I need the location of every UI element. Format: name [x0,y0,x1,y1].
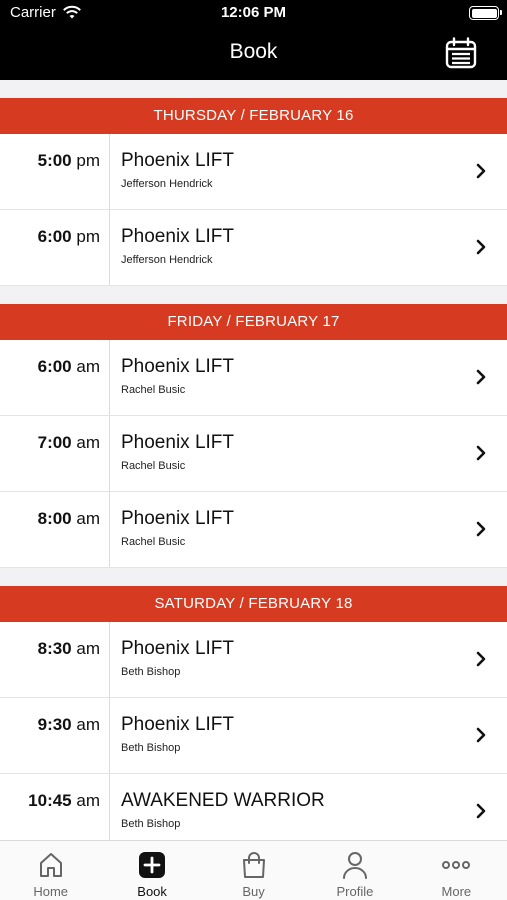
battery-icon [469,6,502,20]
chevron-right-icon [476,369,486,385]
home-icon [39,853,62,877]
instructor-name: Beth Bishop [121,818,181,830]
row-divider [109,622,110,697]
class-row[interactable]: 6:00 pm Phoenix LIFT Jefferson Hendrick [0,210,507,286]
chevron-right-icon [476,727,486,743]
tab-label: More [441,884,472,899]
class-name: Phoenix LIFT [121,432,234,453]
instructor-name: Jefferson Hendrick [121,178,213,190]
class-time: 6:00 pm [37,227,100,246]
tab-home[interactable]: Home [0,841,101,900]
instructor-name: Beth Bishop [121,666,181,678]
tab-book[interactable]: Book [101,841,202,900]
tab-buy[interactable]: Buy [203,841,304,900]
class-name: Phoenix LIFT [121,508,234,529]
class-name: Phoenix LIFT [121,226,234,247]
clock: 12:06 PM [220,4,287,21]
page-title: Book [229,40,278,63]
class-row[interactable]: 9:30 am Phoenix LIFT Beth Bishop [0,698,507,774]
chevron-right-icon [476,803,486,819]
row-divider [109,774,110,840]
class-time: 7:00 am [37,433,100,452]
person-icon [342,852,367,879]
class-time: 6:00 am [37,357,100,376]
tab-label: Buy [242,884,265,899]
row-divider [109,210,110,285]
class-name: Phoenix LIFT [121,356,234,377]
tab-bar: Home Book Buy Profile More [0,840,507,900]
status-bar: Carrier 12:06 PM [0,0,507,26]
tab-label: Book [137,884,167,899]
class-time: 10:45 am [28,791,100,810]
day-header: SATURDAY / FEBRUARY 18 [0,586,507,622]
class-row[interactable]: 10:45 am AWAKENED WARRIOR Beth Bishop [0,774,507,840]
day-section-thursday: THURSDAY / FEBRUARY 16 5:00 pm Phoenix L… [0,98,507,286]
class-time: 8:00 am [37,509,100,528]
more-dots-icon [442,861,471,869]
class-name: AWAKENED WARRIOR [121,790,325,811]
day-header: THURSDAY / FEBRUARY 16 [0,98,507,134]
shopping-bag-icon [242,852,265,878]
instructor-name: Rachel Busic [121,384,186,396]
class-row[interactable]: 7:00 am Phoenix LIFT Rachel Busic [0,416,507,492]
row-divider [109,416,110,491]
add-square-icon [139,852,166,878]
class-name: Phoenix LIFT [121,150,234,171]
class-time: 9:30 am [37,715,100,734]
row-divider [109,698,110,773]
instructor-name: Rachel Busic [121,460,186,472]
tab-more[interactable]: More [406,841,507,900]
class-row[interactable]: 5:00 pm Phoenix LIFT Jefferson Hendrick [0,134,507,210]
class-schedule-list[interactable]: THURSDAY / FEBRUARY 16 5:00 pm Phoenix L… [0,80,507,840]
class-name: Phoenix LIFT [121,638,234,659]
row-divider [109,134,110,209]
row-divider [109,492,110,567]
instructor-name: Rachel Busic [121,536,186,548]
chevron-right-icon [476,521,486,537]
class-time: 8:30 am [37,639,100,658]
tab-label: Home [33,884,69,899]
day-section-saturday: SATURDAY / FEBRUARY 18 8:30 am Phoenix L… [0,586,507,840]
navigation-bar: Book [0,26,507,80]
chevron-right-icon [476,445,486,461]
class-row[interactable]: 6:00 am Phoenix LIFT Rachel Busic [0,340,507,416]
class-row[interactable]: 8:30 am Phoenix LIFT Beth Bishop [0,622,507,698]
class-name: Phoenix LIFT [121,714,234,735]
tab-profile[interactable]: Profile [304,841,405,900]
chevron-right-icon [476,651,486,667]
day-section-friday: FRIDAY / FEBRUARY 17 6:00 am Phoenix LIF… [0,304,507,568]
class-row[interactable]: 8:00 am Phoenix LIFT Rachel Busic [0,492,507,568]
day-header: FRIDAY / FEBRUARY 17 [0,304,507,340]
chevron-right-icon [476,163,486,179]
instructor-name: Beth Bishop [121,742,181,754]
tab-label: Profile [336,884,374,899]
row-divider [109,340,110,415]
class-time: 5:00 pm [37,151,100,170]
calendar-icon[interactable] [445,37,477,69]
chevron-right-icon [476,239,486,255]
instructor-name: Jefferson Hendrick [121,254,213,266]
